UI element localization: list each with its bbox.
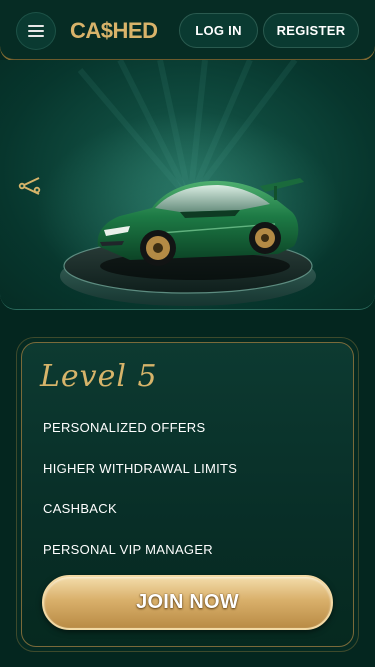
benefit-cashback: CASHBACK bbox=[43, 501, 117, 516]
login-button[interactable]: LOG IN bbox=[179, 13, 258, 48]
top-bar: CA$HED LOG IN REGISTER bbox=[0, 0, 375, 60]
benefit-personal-vip-manager: PERSONAL VIP MANAGER bbox=[43, 542, 213, 557]
hero-banner bbox=[0, 60, 375, 310]
cashed-logo[interactable]: CA$HED bbox=[70, 14, 160, 46]
level-card: Level 5 PERSONALIZED OFFERS HIGHER WITHD… bbox=[16, 337, 359, 652]
join-now-button[interactable]: JOIN NOW bbox=[42, 575, 333, 630]
hamburger-icon bbox=[28, 25, 44, 37]
register-button[interactable]: REGISTER bbox=[263, 13, 359, 48]
share-icon[interactable] bbox=[17, 173, 43, 199]
level-card-inner: Level 5 PERSONALIZED OFFERS HIGHER WITHD… bbox=[21, 342, 354, 647]
menu-button[interactable] bbox=[16, 12, 56, 50]
sports-car-image bbox=[60, 178, 316, 306]
level-title: Level 5 bbox=[40, 359, 158, 394]
benefit-higher-withdrawal-limits: HIGHER WITHDRAWAL LIMITS bbox=[43, 461, 238, 476]
benefit-personalized-offers: PERSONALIZED OFFERS bbox=[43, 420, 206, 435]
svg-text:CA$HED: CA$HED bbox=[70, 18, 157, 43]
